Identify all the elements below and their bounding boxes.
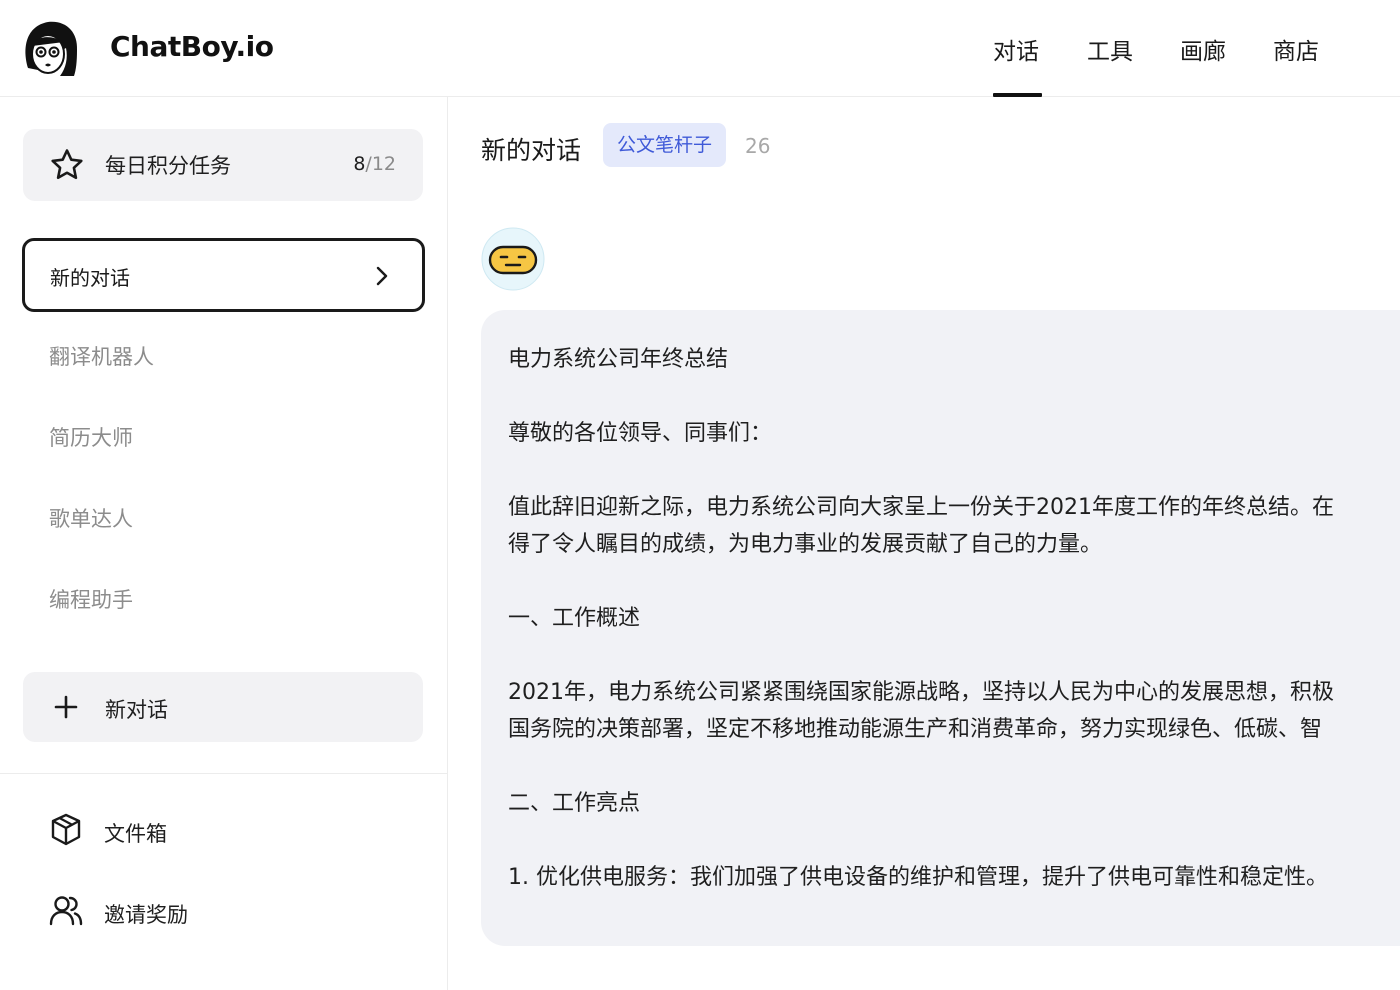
nav-tab-tools[interactable]: 工具: [1087, 32, 1133, 66]
daily-task-label: 每日积分任务: [105, 154, 231, 178]
nav-tab-gallery[interactable]: 画廊: [1180, 32, 1226, 66]
users-icon: [49, 896, 83, 926]
new-conversation-label: 新对话: [105, 698, 168, 722]
nav-tab-store[interactable]: 商店: [1273, 32, 1319, 66]
task-total-count: /12: [365, 153, 396, 175]
daily-task-card[interactable]: 每日积分任务 8/12: [23, 129, 423, 201]
message-line: 2021年，电力系统公司紧紧围绕国家能源战略，坚持以人民为中心的发展思想，积极: [508, 680, 1334, 705]
new-conversation-button[interactable]: 新对话: [23, 672, 423, 742]
message-line: 得了令人瞩目的成绩，为电力事业的发展贡献了自己的力量。: [508, 532, 1103, 557]
task-done-count: 8: [353, 153, 366, 175]
role-tag[interactable]: 公文笔杆子: [603, 123, 727, 167]
conversation-item-playlist[interactable]: 歌单达人: [49, 503, 133, 533]
message-count: 26: [745, 134, 771, 158]
chevron-right-icon: [376, 266, 388, 286]
plus-icon: [54, 695, 78, 719]
top-header: ChatBoy.io 对话 工具 画廊 商店: [0, 0, 1400, 97]
brand-name[interactable]: ChatBoy.io: [110, 30, 274, 63]
conversation-item-translator[interactable]: 翻译机器人: [49, 341, 154, 371]
conversation-item-resume[interactable]: 简历大师: [49, 422, 133, 452]
nav-tab-chat[interactable]: 对话: [993, 32, 1039, 66]
message-line: 二、工作亮点: [508, 791, 641, 816]
conversation-item-coding[interactable]: 编程助手: [49, 584, 133, 614]
invite-reward-label: 邀请奖励: [104, 903, 188, 927]
message-line: 一、工作概述: [508, 606, 641, 631]
message-line: 1. 优化供电服务：我们加强了供电设备的维护和管理，提升了供电可靠性和稳定性。: [508, 865, 1328, 890]
daily-task-progress: 8/12: [353, 153, 396, 175]
assistant-message: 电力系统公司年终总结 尊敬的各位领导、同事们： 值此辞旧迎新之际，电力系统公司向…: [481, 310, 1400, 946]
conversation-item-active[interactable]: 新的对话: [22, 238, 425, 312]
sidebar-divider: [0, 773, 447, 774]
box-icon: [51, 813, 81, 846]
conversation-label: 新的对话: [50, 266, 130, 290]
message-line: 国务院的决策部署，坚定不移地推动能源生产和消费革命，努力实现绿色、低碳、智: [508, 717, 1323, 742]
sidebar: 每日积分任务 8/12 新的对话 翻译机器人 简历大师 歌单达人 编程助手 新对…: [0, 97, 448, 990]
file-box-label: 文件箱: [104, 822, 167, 846]
bot-avatar-icon: [481, 227, 545, 291]
conversation-title: 新的对话: [481, 136, 582, 165]
message-line: 值此辞旧迎新之际，电力系统公司向大家呈上一份关于2021年度工作的年终总结。在: [508, 495, 1334, 520]
star-icon: [51, 149, 83, 180]
message-line: 尊敬的各位领导、同事们：: [508, 421, 773, 446]
chat-panel: 新的对话 公文笔杆子 26 电力系统公司年终总结 尊敬的各位领导、同事们： 值此…: [448, 97, 1400, 990]
message-line: 电力系统公司年终总结: [508, 347, 729, 372]
logo-avatar-icon[interactable]: [20, 18, 80, 80]
